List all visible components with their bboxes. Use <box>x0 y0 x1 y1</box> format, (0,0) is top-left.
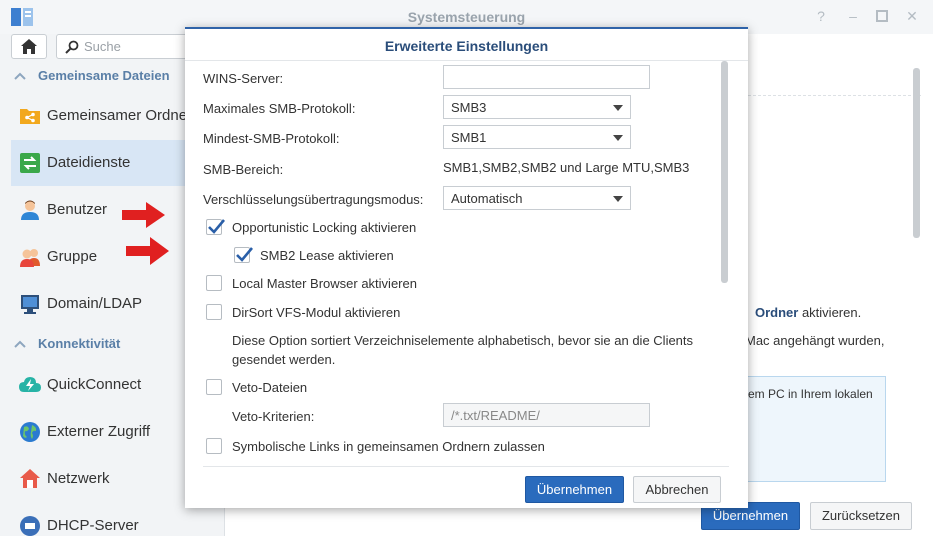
local-master-browser-checkbox[interactable] <box>206 275 222 291</box>
sidebar-item-label: DHCP-Server <box>47 517 139 534</box>
main-scrollbar[interactable] <box>913 68 920 238</box>
background-text-line2: Mac angehängt wurden, <box>745 333 885 348</box>
min-smb-label: Mindest-SMB-Protokoll: <box>203 131 340 146</box>
divider <box>185 60 748 61</box>
pin-icon[interactable]: – <box>845 8 861 24</box>
background-text-line1: Ordner aktivieren. <box>755 305 861 320</box>
network-icon <box>20 469 40 488</box>
smb-range-value: SMB1,SMB2,SMB2 und Large MTU,SMB3 <box>443 160 690 175</box>
main-reset-button[interactable]: Zurücksetzen <box>810 502 912 530</box>
local-master-browser-label[interactable]: Local Master Browser aktivieren <box>232 276 417 291</box>
select-value: Automatisch <box>451 191 523 206</box>
sidebar-item-label: Benutzer <box>47 201 108 218</box>
sidebar-item-label: Gruppe <box>47 248 98 265</box>
encryption-mode-label: Verschlüsselungsübertragungsmodus: <box>203 192 424 207</box>
chevron-down-icon <box>613 105 623 111</box>
max-smb-select[interactable]: SMB3 <box>443 95 631 119</box>
search-input[interactable] <box>84 38 189 55</box>
smb2-lease-checkbox[interactable] <box>234 247 253 263</box>
domain-icon <box>21 295 39 314</box>
search-box[interactable] <box>56 34 196 59</box>
smb-range-label: SMB-Bereich: <box>203 162 284 177</box>
sidebar-item-label: QuickConnect <box>47 376 142 393</box>
dirsort-description: Diese Option sortiert Verzeichniselement… <box>232 333 694 367</box>
file-services-icon <box>20 153 40 173</box>
dialog-title: Erweiterte Einstellungen <box>384 38 549 54</box>
checkmark-icon <box>236 247 253 262</box>
help-icon[interactable]: ? <box>813 8 829 24</box>
background-text-line3: em PC in Ihrem lokalen <box>748 387 873 401</box>
section-header-shared-files[interactable]: Gemeinsame Dateien <box>14 68 170 88</box>
annotation-arrow-icon <box>122 202 165 228</box>
section-label: Konnektivität <box>38 336 121 351</box>
user-icon <box>21 200 39 220</box>
veto-files-checkbox[interactable] <box>206 379 222 395</box>
veto-criteria-label: Veto-Kriterien: <box>232 409 315 424</box>
symlinks-checkbox[interactable] <box>206 438 222 454</box>
globe-icon <box>20 422 40 442</box>
symlinks-label[interactable]: Symbolische Links in gemeinsamen Ordnern… <box>232 439 545 454</box>
search-icon <box>65 40 79 54</box>
divider <box>203 466 729 467</box>
dirsort-label[interactable]: DirSort VFS-Modul aktivieren <box>232 305 400 320</box>
section-header-connectivity[interactable]: Konnektivität <box>14 336 120 356</box>
max-smb-label: Maximales SMB-Protokoll: <box>203 101 356 116</box>
group-icon <box>20 249 40 267</box>
wins-server-label: WINS-Server: <box>203 71 284 86</box>
dialog-scrollbar[interactable] <box>721 61 728 283</box>
advanced-settings-dialog: Erweiterte Einstellungen WINS-Server: Ma… <box>185 27 748 508</box>
checkmark-icon <box>208 219 225 234</box>
min-smb-select[interactable]: SMB1 <box>443 125 631 149</box>
chevron-up-icon <box>14 68 26 83</box>
sidebar-item-dhcp-server[interactable]: DHCP-Server <box>11 503 224 549</box>
sidebar-item-label: Dateidienste <box>47 154 131 171</box>
smb2-lease-label[interactable]: SMB2 Lease aktivieren <box>260 248 394 263</box>
sidebar-item-label: Gemeinsamer Ordner <box>47 107 193 124</box>
home-button[interactable] <box>11 34 47 59</box>
maximize-icon[interactable] <box>874 8 890 24</box>
background-text-rest: aktivieren. <box>798 305 862 320</box>
select-value: SMB3 <box>451 100 487 115</box>
quickconnect-icon <box>19 377 41 392</box>
oplock-label[interactable]: Opportunistic Locking aktivieren <box>232 220 416 235</box>
sidebar-item-label: Netzwerk <box>47 470 110 487</box>
veto-criteria-input[interactable] <box>443 403 650 427</box>
chevron-up-icon <box>14 336 26 351</box>
dirsort-checkbox[interactable] <box>206 304 222 320</box>
window-title: Systemsteuerung <box>407 9 526 25</box>
home-icon <box>21 39 37 54</box>
select-value: SMB1 <box>451 130 487 145</box>
shared-folder-icon <box>20 109 40 124</box>
close-icon[interactable]: ✕ <box>904 8 920 24</box>
divider <box>748 95 921 96</box>
annotation-arrow-icon <box>126 237 169 265</box>
oplock-checkbox[interactable] <box>206 219 225 235</box>
apply-button[interactable]: Übernehmen <box>525 476 624 503</box>
wins-server-input[interactable] <box>443 65 650 89</box>
background-text-bold: Ordner <box>755 305 799 320</box>
chevron-down-icon <box>613 135 623 141</box>
cancel-button[interactable]: Abbrechen <box>633 476 721 503</box>
dhcp-icon <box>20 516 40 536</box>
veto-files-label[interactable]: Veto-Dateien <box>232 380 307 395</box>
encryption-mode-select[interactable]: Automatisch <box>443 186 631 210</box>
sidebar-item-label: Domain/LDAP <box>47 295 143 312</box>
sidebar-item-label: Externer Zugriff <box>47 423 151 440</box>
chevron-down-icon <box>613 196 623 202</box>
section-label: Gemeinsame Dateien <box>38 68 170 83</box>
